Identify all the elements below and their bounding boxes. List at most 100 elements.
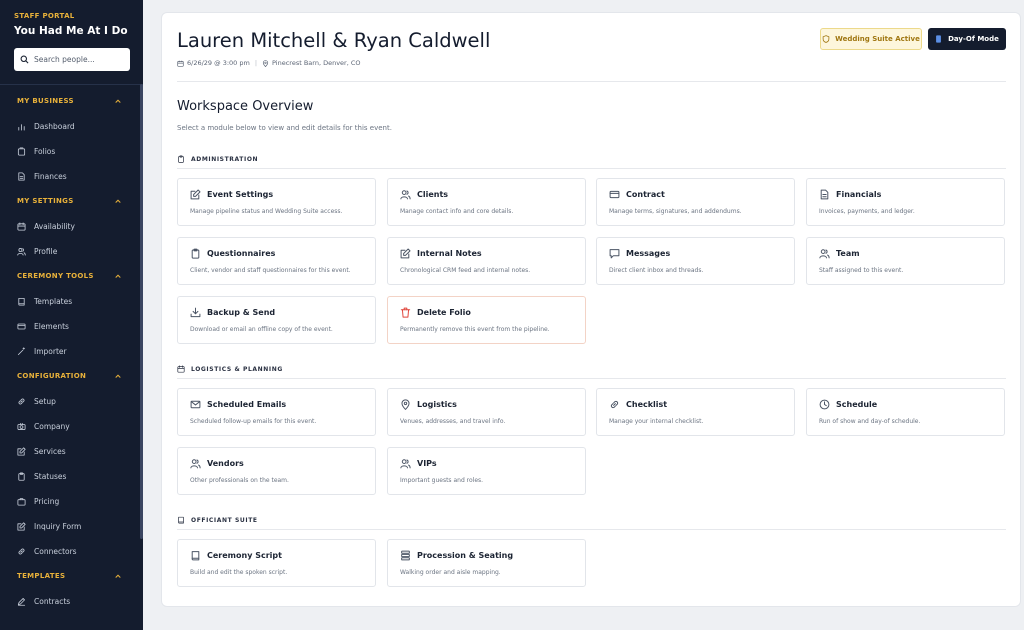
sidebar-item-label: Pricing xyxy=(34,496,60,506)
mail-icon xyxy=(190,400,201,409)
module-card-event-settings[interactable]: Event Settings Manage pipeline status and… xyxy=(177,178,376,226)
sidebar-item-templates[interactable]: Templates xyxy=(17,295,72,307)
section-divider xyxy=(177,168,1006,169)
module-card-questionnaires[interactable]: Questionnaires Client, vendor and staff q… xyxy=(177,237,376,285)
section-divider xyxy=(177,529,1006,530)
sidebar-item-inquiry-form[interactable]: Inquiry Form xyxy=(17,520,81,532)
document-icon xyxy=(820,189,829,200)
module-card-delete-folio[interactable]: Delete Folio Permanently remove this even… xyxy=(387,296,586,344)
sidebar-item-label: Statuses xyxy=(34,471,67,481)
sidebar-item-availability[interactable]: Availability xyxy=(17,220,75,232)
module-card-title: Logistics xyxy=(417,400,457,409)
chevron-up-icon[interactable] xyxy=(114,572,122,580)
users-icon xyxy=(17,247,26,256)
edit-icon xyxy=(400,248,411,259)
sidebar-section-my-settings[interactable]: MY SETTINGS xyxy=(17,197,74,205)
module-card-title: Internal Notes xyxy=(417,249,482,258)
meta-separator: | xyxy=(254,59,258,67)
sidebar-item-company[interactable]: Company xyxy=(17,420,70,432)
card-icon xyxy=(609,190,620,199)
event-date: 6/26/29 @ 3:00 pm xyxy=(187,59,250,67)
section-header-administration: ADMINISTRATION xyxy=(177,155,258,163)
module-card-title: Questionnaires xyxy=(207,249,276,258)
sidebar-item-connectors[interactable]: Connectors xyxy=(17,545,77,557)
sidebar-item-label: Availability xyxy=(34,221,75,231)
module-card-description: Other professionals on the team. xyxy=(190,477,289,484)
day-of-mode-button[interactable]: Day-Of Mode xyxy=(928,28,1006,50)
sidebar-item-contracts[interactable]: Contracts xyxy=(17,595,70,607)
workspace-subtitle: Select a module below to view and edit d… xyxy=(177,124,392,132)
portal-label: STAFF PORTAL xyxy=(14,12,75,20)
sidebar-item-services[interactable]: Services xyxy=(17,445,66,457)
module-card-title: Vendors xyxy=(207,459,244,468)
book-icon xyxy=(191,551,200,561)
wand-icon xyxy=(17,346,25,355)
sidebar: STAFF PORTAL You Had Me At I Do Search p… xyxy=(0,0,143,630)
module-card-logistics[interactable]: Logistics Venues, addresses, and travel i… xyxy=(387,388,586,436)
sidebar-item-label: Templates xyxy=(34,296,73,306)
shield-icon xyxy=(822,35,830,43)
clipboard-icon xyxy=(191,248,200,259)
sidebar-item-profile[interactable]: Profile xyxy=(17,245,57,257)
search-icon xyxy=(20,55,29,64)
section-divider xyxy=(177,378,1006,379)
module-card-ceremony-script[interactable]: Ceremony Script Build and edit the spoken… xyxy=(177,539,376,587)
module-card-description: Client, vendor and staff questionnaires … xyxy=(190,267,351,274)
module-card-description: Direct client inbox and threads. xyxy=(609,267,704,274)
sidebar-item-statuses[interactable]: Statuses xyxy=(17,470,66,482)
section-label: LOGISTICS & PLANNING xyxy=(191,365,283,373)
module-card-title: Delete Folio xyxy=(417,308,471,317)
module-card-team[interactable]: Team Staff assigned to this event. xyxy=(806,237,1005,285)
users-icon xyxy=(400,190,411,200)
clipboard-icon xyxy=(178,155,184,163)
module-card-vips[interactable]: VIPs Important guests and roles. xyxy=(387,447,586,495)
module-card-description: Chronological CRM feed and internal note… xyxy=(400,267,531,274)
sidebar-item-pricing[interactable]: Pricing xyxy=(17,495,59,507)
chevron-up-icon[interactable] xyxy=(114,272,122,280)
sidebar-item-dashboard[interactable]: Dashboard xyxy=(17,120,75,132)
bar-chart-icon xyxy=(18,123,25,131)
module-card-title: Contract xyxy=(626,190,665,199)
sidebar-section-ceremony-tools[interactable]: CEREMONY TOOLS xyxy=(17,272,94,280)
sidebar-item-elements[interactable]: Elements xyxy=(17,320,69,332)
module-card-contract[interactable]: Contract Manage terms, signatures, and ad… xyxy=(596,178,795,226)
module-card-scheduled-emails[interactable]: Scheduled Emails Scheduled follow-up emai… xyxy=(177,388,376,436)
sidebar-scrollbar[interactable] xyxy=(140,84,143,539)
event-meta: 6/26/29 @ 3:00 pm | Pinecrest Barn, Denv… xyxy=(177,59,361,67)
chevron-up-icon[interactable] xyxy=(114,97,122,105)
sidebar-item-label: Connectors xyxy=(34,546,77,556)
module-card-title: Procession & Seating xyxy=(417,551,514,560)
sidebar-section-configuration[interactable]: CONFIGURATION xyxy=(17,372,86,380)
module-card-vendors[interactable]: Vendors Other professionals on the team. xyxy=(177,447,376,495)
sidebar-item-importer[interactable]: Importer xyxy=(17,345,67,357)
module-card-clients[interactable]: Clients Manage contact info and core deta… xyxy=(387,178,586,226)
sidebar-item-label: Services xyxy=(34,446,66,456)
module-card-description: Manage contact info and core details. xyxy=(400,208,514,215)
sidebar-item-finances[interactable]: Finances xyxy=(17,170,67,182)
module-card-financials[interactable]: Financials Invoices, payments, and ledger… xyxy=(806,178,1005,226)
sidebar-item-label: Profile xyxy=(34,246,58,256)
chevron-up-icon[interactable] xyxy=(114,372,122,380)
sidebar-section-my-business[interactable]: MY BUSINESS xyxy=(17,97,74,105)
module-card-procession-and-seating[interactable]: Procession & Seating Walking order and ai… xyxy=(387,539,586,587)
calendar-icon xyxy=(177,365,185,373)
sidebar-item-label: Dashboard xyxy=(34,121,75,131)
module-card-title: Event Settings xyxy=(207,190,274,199)
chevron-up-icon[interactable] xyxy=(114,197,122,205)
module-card-title: Backup & Send xyxy=(207,308,276,317)
module-card-checklist[interactable]: Checklist Manage your internal checklist. xyxy=(596,388,795,436)
calendar-icon xyxy=(177,60,184,67)
module-card-internal-notes[interactable]: Internal Notes Chronological CRM feed and… xyxy=(387,237,586,285)
sidebar-section-templates[interactable]: TEMPLATES xyxy=(17,572,65,580)
sidebar-item-label: Inquiry Form xyxy=(34,521,82,531)
module-card-schedule[interactable]: Schedule Run of show and day-of schedule. xyxy=(806,388,1005,436)
sidebar-item-setup[interactable]: Setup xyxy=(17,395,56,407)
section-label: ADMINISTRATION xyxy=(191,155,259,163)
phone-icon xyxy=(936,35,942,43)
module-card-messages[interactable]: Messages Direct client inbox and threads. xyxy=(596,237,795,285)
search-input[interactable]: Search people... xyxy=(14,48,130,71)
wedding-suite-badge-label: Wedding Suite Active xyxy=(835,35,920,43)
module-card-backup-and-send[interactable]: Backup & Send Download or email an offlin… xyxy=(177,296,376,344)
edit-icon xyxy=(17,521,26,531)
sidebar-item-folios[interactable]: Folios xyxy=(17,145,55,157)
